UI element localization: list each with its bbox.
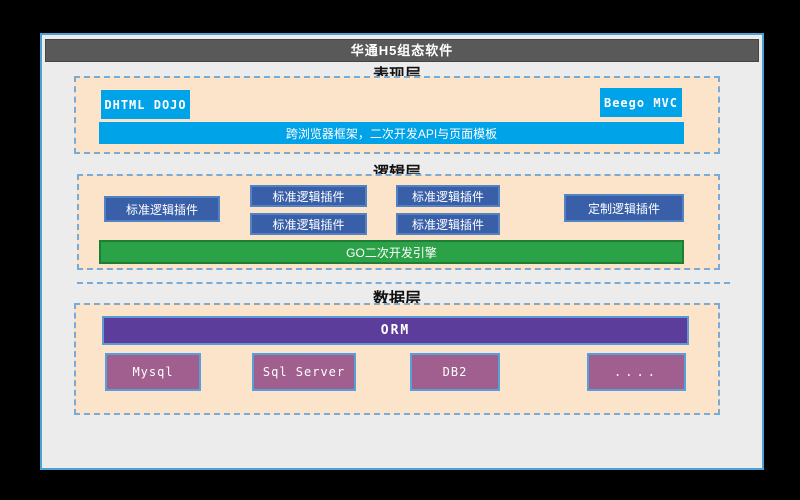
layer-separator-line (77, 282, 730, 284)
dhtml-dojo-box: DHTML DOJO (101, 90, 190, 119)
logic-layer-panel: 标准逻辑插件 标准逻辑插件 标准逻辑插件 标准逻辑插件 标准逻辑插件 定制逻辑插… (77, 174, 720, 270)
standard-plugin-box: 标准逻辑插件 (250, 185, 367, 207)
presentation-layer-panel: DHTML DOJO Beego MVC 跨浏览器框架，二次开发API与页面模板 (74, 76, 720, 154)
diagram-page: 华通H5组态软件 表现层 DHTML DOJO Beego MVC 跨浏览器框架… (40, 33, 764, 470)
database-box-others: .... (587, 353, 686, 391)
beego-mvc-box: Beego MVC (600, 88, 682, 117)
standard-plugin-box: 标准逻辑插件 (396, 213, 500, 235)
data-layer-panel: ORM Mysql Sql Server DB2 .... (74, 303, 720, 415)
custom-plugin-box: 定制逻辑插件 (564, 194, 684, 222)
standard-plugin-box: 标准逻辑插件 (396, 185, 500, 207)
title-bar: 华通H5组态软件 (45, 39, 759, 62)
orm-bar: ORM (102, 316, 689, 345)
database-box-mysql: Mysql (105, 353, 201, 391)
database-box-db2: DB2 (410, 353, 500, 391)
go-engine-bar: GO二次开发引擎 (99, 240, 684, 264)
standard-plugin-box-left: 标准逻辑插件 (104, 196, 220, 222)
standard-plugin-box: 标准逻辑插件 (250, 213, 367, 235)
database-box-sqlserver: Sql Server (252, 353, 356, 391)
framework-api-bar: 跨浏览器框架，二次开发API与页面模板 (99, 122, 684, 144)
